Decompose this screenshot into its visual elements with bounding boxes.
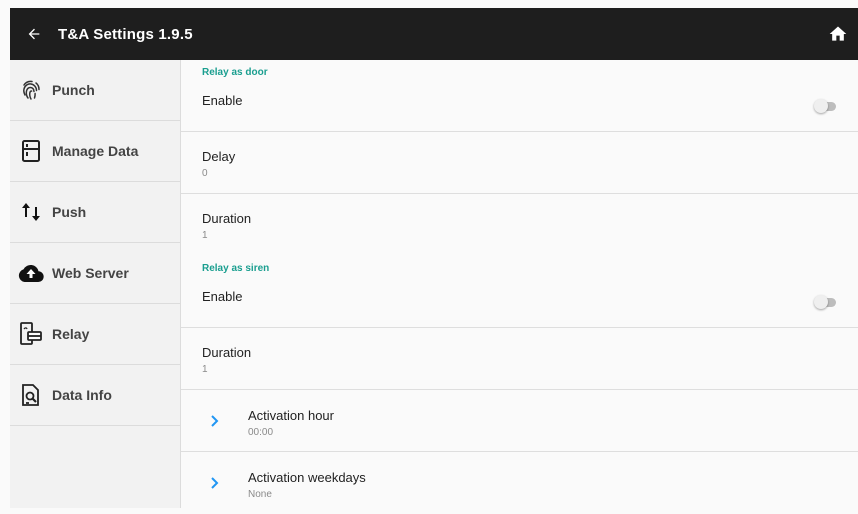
chevron-right-icon — [211, 477, 219, 489]
sidebar-item-push[interactable]: Push — [10, 182, 180, 243]
door-delay-label: Delay — [202, 149, 236, 164]
relay-door-icon — [18, 321, 44, 347]
sidebar-item-label: Manage Data — [52, 143, 139, 159]
activation-hour-row[interactable]: Activation hour 00:00 — [181, 390, 858, 452]
activation-weekdays-row[interactable]: Activation weekdays None — [181, 452, 858, 514]
sidebar-item-relay[interactable]: Relay — [10, 304, 180, 365]
fridge-icon — [18, 138, 44, 164]
sidebar-item-label: Push — [52, 204, 87, 220]
sidebar-item-label: Data Info — [52, 387, 112, 403]
home-icon — [829, 26, 847, 41]
door-enable-toggle[interactable] — [814, 99, 838, 113]
siren-enable-row[interactable]: Enable — [181, 277, 858, 328]
siren-duration-value: 1 — [202, 364, 208, 375]
home-button[interactable] — [824, 20, 852, 48]
activation-weekdays-label: Activation weekdays — [248, 470, 366, 485]
door-duration-label: Duration — [202, 211, 252, 226]
sidebar-item-data-info[interactable]: Data Info — [10, 365, 180, 426]
toggle-thumb — [814, 99, 828, 113]
section-title-relay-siren: Relay as siren — [202, 263, 270, 274]
siren-duration-row[interactable]: Duration 1 — [181, 328, 858, 390]
top-app-bar: T&A Settings 1.9.5 — [10, 8, 858, 60]
fingerprint-icon — [18, 77, 44, 103]
door-duration-value: 1 — [202, 230, 208, 241]
door-enable-row[interactable]: Enable — [181, 81, 858, 132]
siren-enable-toggle[interactable] — [814, 295, 838, 309]
door-delay-value: 0 — [202, 168, 208, 179]
chevron-right-icon — [211, 414, 219, 427]
sidebar-item-label: Relay — [52, 326, 90, 342]
door-delay-row[interactable]: Delay 0 — [181, 132, 858, 194]
sidebar-item-label: Punch — [52, 82, 95, 98]
sidebar-item-web-server[interactable]: Web Server — [10, 243, 180, 304]
activation-weekdays-value: None — [248, 489, 272, 500]
file-search-icon — [18, 382, 44, 408]
sidebar: Punch Manage Data Push Web Server Relay … — [10, 60, 181, 508]
sidebar-item-label: Web Server — [52, 265, 129, 281]
siren-enable-label: Enable — [202, 289, 243, 304]
door-duration-row[interactable]: Duration 1 — [181, 194, 858, 256]
siren-duration-label: Duration — [202, 345, 252, 360]
page-title: T&A Settings 1.9.5 — [58, 25, 193, 43]
toggle-thumb — [814, 295, 828, 309]
activation-hour-value: 00:00 — [248, 427, 274, 438]
activation-hour-label: Activation hour — [248, 408, 334, 423]
swap-vertical-icon — [18, 199, 44, 225]
arrow-left-icon — [28, 28, 40, 40]
back-button[interactable] — [10, 8, 58, 60]
sidebar-item-punch[interactable]: Punch — [10, 60, 180, 121]
section-title-relay-door: Relay as door — [202, 67, 268, 78]
cloud-upload-icon — [18, 260, 44, 286]
settings-panel: Relay as door Enable Delay 0 Duration 1 … — [181, 60, 858, 508]
door-enable-label: Enable — [202, 93, 243, 108]
sidebar-item-manage-data[interactable]: Manage Data — [10, 121, 180, 182]
